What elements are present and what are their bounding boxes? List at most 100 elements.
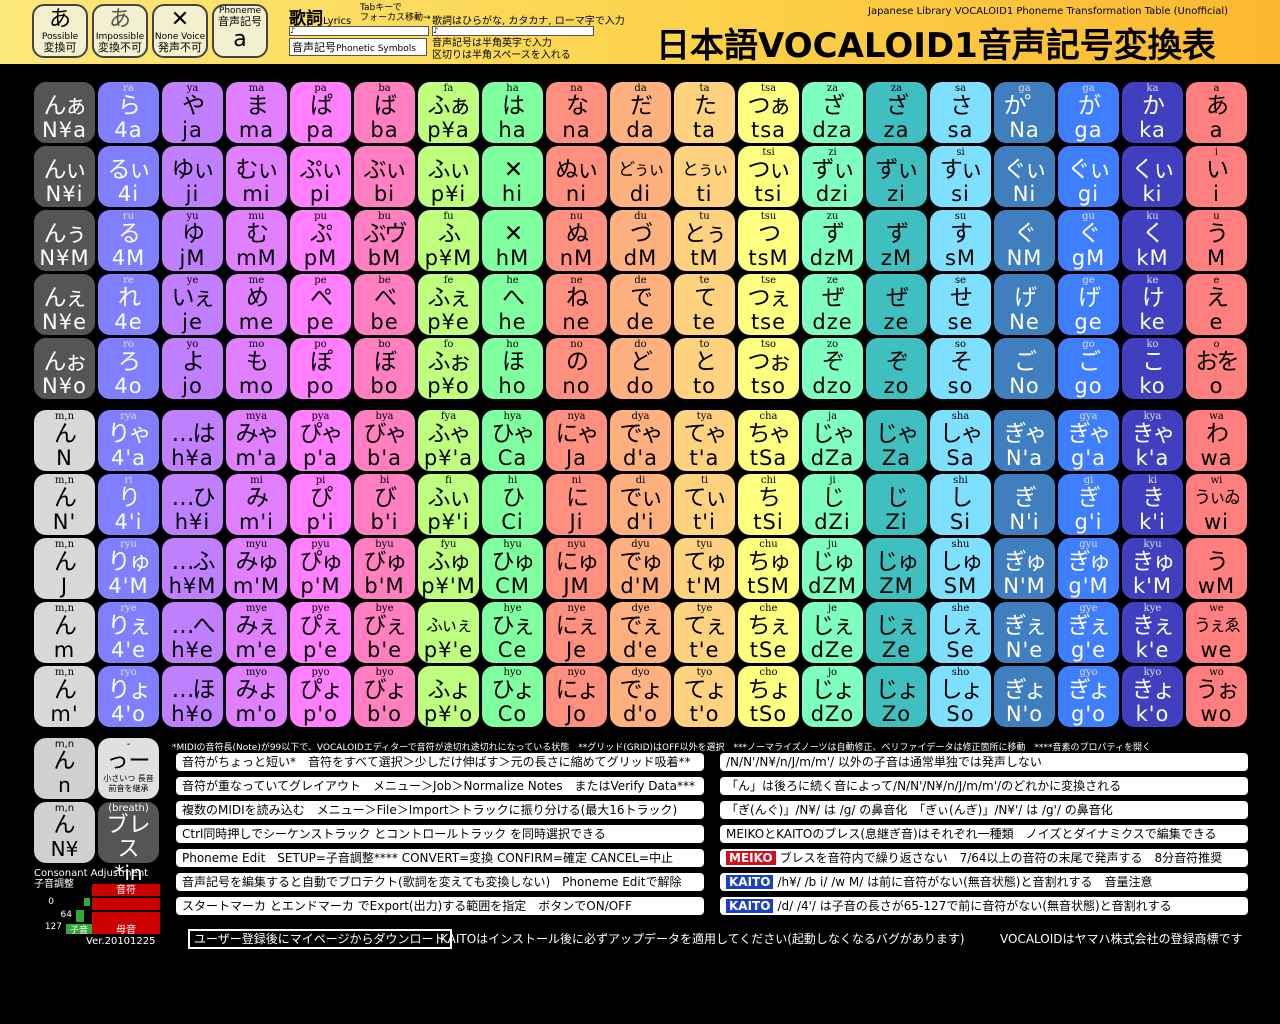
phoneme-cell: んぁ N¥a bbox=[34, 82, 95, 143]
kana-label: く bbox=[1142, 221, 1165, 247]
phoneme-label: Ci bbox=[501, 510, 524, 534]
kana-label: み bbox=[246, 485, 269, 511]
kana-label: ブレス bbox=[106, 813, 151, 862]
phoneme-cell: とぅぃ ti bbox=[674, 146, 735, 207]
phoneme-label: h¥a bbox=[171, 446, 214, 470]
kana-label: でぇ bbox=[619, 613, 664, 639]
kana-label: とぅ bbox=[683, 221, 728, 247]
phoneme-label: b'e bbox=[366, 638, 403, 662]
phoneme-cell: nye にぇ Je bbox=[546, 602, 607, 663]
phoneme-label: p'a bbox=[303, 446, 338, 470]
phoneme-label: to bbox=[692, 374, 717, 398]
kana-label: んぃ bbox=[43, 157, 88, 183]
phoneme-cell: ぎゃ N'a bbox=[994, 410, 1055, 471]
phoneme-label: p¥i bbox=[430, 182, 467, 206]
phoneme-cell: de で de bbox=[610, 274, 671, 335]
kana-label: ぞ bbox=[886, 349, 909, 375]
phoneme-cell: じ Zi bbox=[866, 474, 927, 535]
legend-label-jp: 発声不可 bbox=[158, 41, 202, 54]
phoneme-label: p¥'a bbox=[423, 446, 474, 470]
romaji-label bbox=[418, 603, 479, 614]
phoneme-label: N'i bbox=[1009, 510, 1040, 534]
kana-label: に bbox=[566, 485, 589, 511]
phoneme-label: na bbox=[562, 118, 591, 142]
kana-label: だ bbox=[630, 93, 653, 119]
phoneme-label: bo bbox=[370, 374, 399, 398]
phoneme-cell: m,n ん N bbox=[34, 410, 95, 471]
kana-label: ち bbox=[758, 485, 781, 511]
phoneme-cell: gi ぎ g'i bbox=[1058, 474, 1119, 535]
kana-label: ぬ bbox=[566, 221, 589, 247]
lyrics-rule: 歌詞はひらがな, カタカナ, ローマ字で入力 bbox=[432, 16, 625, 27]
phoneme-label: pe bbox=[306, 310, 335, 334]
kana-label: ちぇ bbox=[747, 613, 792, 639]
phoneme-label: hi bbox=[501, 182, 524, 206]
phoneme-label: h¥M bbox=[168, 574, 217, 598]
kana-label: ず bbox=[886, 221, 909, 247]
phoneme-label: tM bbox=[690, 246, 719, 270]
legend-glyph: a bbox=[233, 27, 247, 52]
kana-label: んぇ bbox=[43, 285, 88, 311]
tab-hint: Tabキーで フォーカス移動→ bbox=[360, 3, 431, 23]
phoneme-label: No bbox=[1009, 374, 1040, 398]
kana-label: ぎゅ bbox=[1067, 549, 1111, 575]
phoneme-label: ja bbox=[182, 118, 203, 142]
phoneme-cell: pye ぴぇ p'e bbox=[290, 602, 351, 663]
kana-label: ふぇ bbox=[427, 285, 472, 311]
phoneme-cell: ze ぜ dze bbox=[802, 274, 863, 335]
phoneme-cell: ri り 4'i bbox=[98, 474, 159, 535]
phoneme-label: pM bbox=[303, 246, 338, 270]
phoneme-label: tsM bbox=[748, 246, 789, 270]
phoneme-cell: ga か゜ Na bbox=[994, 82, 1055, 143]
phoneme-label: me bbox=[238, 310, 275, 334]
phoneme-cell: gya ぎゃ g'a bbox=[1058, 410, 1119, 471]
legend-item-0: あ Possible 変換可 bbox=[32, 4, 88, 58]
phonetic-field[interactable]: 音声記号Phonetic Symbols bbox=[289, 38, 427, 56]
kana-label: しゅ bbox=[939, 549, 984, 575]
phoneme-cell: chi ち tSi bbox=[738, 474, 799, 535]
phoneme-label: ko bbox=[1139, 374, 1166, 398]
phoneme-cell: mye みぇ m'e bbox=[226, 602, 287, 663]
romaji-label: wi bbox=[1210, 475, 1223, 486]
phoneme-label: k'e bbox=[1135, 638, 1170, 662]
phoneme-cell: tsu つ tsM bbox=[738, 210, 799, 271]
phoneme-cell: wa わ wa bbox=[1186, 410, 1247, 471]
kana-label: ぴゅ bbox=[299, 549, 344, 575]
phoneme-label: tse bbox=[750, 310, 787, 334]
phoneme-label: 4'i bbox=[114, 510, 143, 534]
phoneme-label: no bbox=[562, 374, 591, 398]
phoneme-label: N¥i bbox=[45, 182, 84, 206]
kana-label: うぉ bbox=[1195, 677, 1240, 703]
kana-label: ね bbox=[566, 285, 589, 311]
phoneme-label: k'M bbox=[1132, 574, 1173, 598]
phoneme-label: n bbox=[58, 773, 71, 797]
phoneme-label: CM bbox=[495, 574, 530, 598]
phoneme-cell: fya ふゃ p¥'a bbox=[418, 410, 479, 471]
tip-right-6: KAITO/d/ /4'/ は子音の長さが65-127で前に音符がない(無音状態… bbox=[720, 897, 1248, 915]
phoneme-label: ne bbox=[562, 310, 591, 334]
phoneme-cell: aあa bbox=[1186, 82, 1247, 143]
phoneme-label: ZM bbox=[879, 574, 914, 598]
kana-label: い bbox=[1206, 157, 1229, 183]
phoneme-cell: ye いぇ je bbox=[162, 274, 223, 335]
tip-left-1: 音符が重なっていてグレイアウト メニュー＞Job＞Normalize Notes… bbox=[176, 777, 704, 795]
phoneme-cell: zi ずぃ dzi bbox=[802, 146, 863, 207]
kana-label: ちゃ bbox=[747, 421, 792, 447]
kana-label: ば bbox=[374, 93, 397, 119]
kana-label: よ bbox=[182, 349, 205, 375]
phoneme-label: wM bbox=[1197, 574, 1236, 598]
phoneme-label: ki bbox=[1142, 182, 1163, 206]
phoneme-label: ga bbox=[1074, 118, 1103, 142]
kana-label: ゆ bbox=[182, 221, 205, 247]
phonetic-input-note: ♪ bbox=[432, 26, 594, 36]
phoneme-cell: pi ぴ p'i bbox=[290, 474, 351, 535]
phoneme-cell: むぃ mi bbox=[226, 146, 287, 207]
phoneme-label: mM bbox=[236, 246, 277, 270]
phoneme-cell: んぃ N¥i bbox=[34, 146, 95, 207]
phoneme-cell: ga が ga bbox=[1058, 82, 1119, 143]
phoneme-cell: yu ゆ jM bbox=[162, 210, 223, 271]
kana-label: うぃゐ bbox=[1194, 488, 1241, 508]
phoneme-cell: ka か ka bbox=[1122, 82, 1183, 143]
tip-left-3: Ctrl同時押しでシーケンストラック とコントロールトラック を同時選択できる bbox=[176, 825, 704, 843]
kana-label: じゅ bbox=[875, 549, 920, 575]
